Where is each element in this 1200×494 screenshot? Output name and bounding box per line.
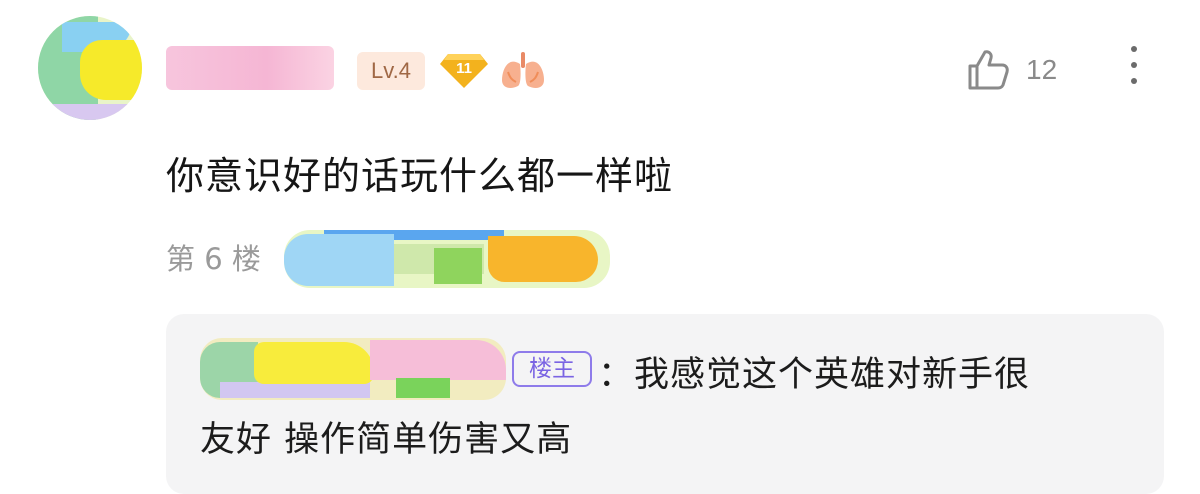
lungs-icon [498, 50, 548, 92]
thumbs-up-icon[interactable] [966, 48, 1010, 92]
redaction-segment [488, 236, 598, 282]
floor-label: 第 6 楼 [166, 242, 261, 276]
op-badge: 楼主 [512, 351, 592, 387]
diamond-badge-icon: 11 [438, 52, 490, 90]
more-dot [1131, 46, 1137, 52]
more-vertical-icon[interactable] [1127, 46, 1141, 94]
redaction-segment [220, 382, 370, 398]
redaction-segment [370, 340, 506, 380]
avatar-segment [80, 40, 142, 100]
redaction-segment [284, 234, 394, 286]
reply-username-redacted[interactable] [200, 338, 506, 400]
redaction-segment [434, 248, 482, 284]
level-badge: Lv.4 [357, 52, 425, 90]
redaction-segment [396, 378, 450, 398]
username-redacted[interactable] [166, 46, 334, 90]
floor-meta-redacted [284, 230, 610, 288]
user-avatar[interactable] [38, 16, 142, 120]
more-dot [1131, 62, 1137, 68]
avatar-segment [52, 104, 142, 120]
gem-level: 11 [456, 60, 472, 77]
reply-text-line1: ：我感觉这个英雄对新手很 [598, 355, 1031, 395]
reply-text-line2: 友好 操作简单伤害又高 [200, 420, 573, 460]
comment-text: 你意识好的话玩什么都一样啦 [166, 154, 674, 198]
redaction-segment [254, 342, 374, 384]
like-count: 12 [1026, 54, 1058, 85]
more-dot [1131, 78, 1137, 84]
